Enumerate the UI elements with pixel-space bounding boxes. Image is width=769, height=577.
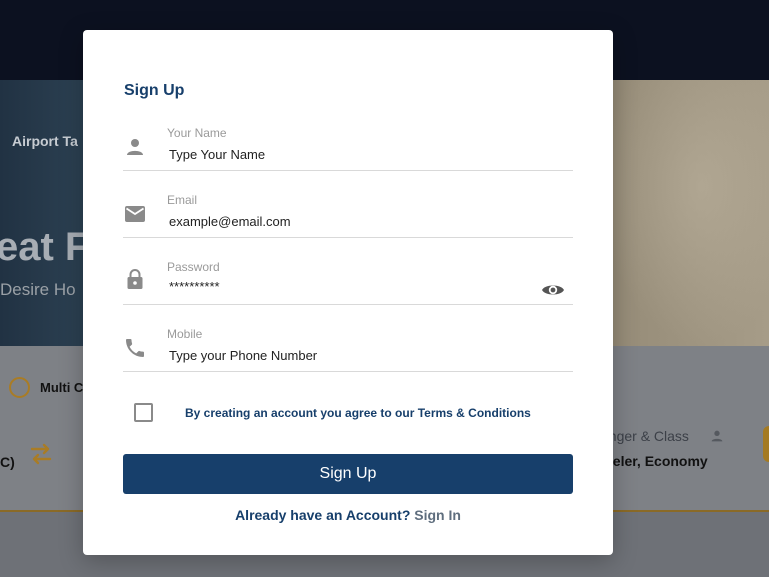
lock-icon [127,269,143,289]
search-button-edge[interactable] [763,426,769,462]
terms-checkbox[interactable] [134,403,153,422]
origin-field-value[interactable]: C) [0,454,15,470]
person-icon [711,430,723,442]
mobile-field: Mobile [123,305,573,372]
passenger-class-value[interactable]: veler, Economy [605,453,708,469]
modal-title: Sign Up [124,82,185,99]
swap-icon[interactable] [29,440,53,468]
password-label: Password [167,260,220,274]
trip-option-multi-city[interactable]: Multi C [40,380,83,395]
hero-subheadline: Desire Ho [0,280,76,299]
mail-icon [125,206,145,222]
eye-icon[interactable] [541,278,565,302]
name-input[interactable] [167,144,547,164]
hero-headline: eat F [0,225,90,269]
terms-text: By creating an account you agree to our … [185,406,531,420]
signin-link[interactable]: Sign In [414,507,461,523]
terms-prefix: By creating an account you agree to our [185,406,418,420]
name-label: Your Name [167,126,227,140]
mobile-label: Mobile [167,327,203,341]
email-label: Email [167,193,198,207]
signup-button[interactable]: Sign Up [123,454,573,494]
phone-icon [126,339,144,357]
mobile-input[interactable] [167,345,547,365]
passenger-class-label: enger & Class [601,428,689,444]
password-field: Password [123,238,573,305]
signin-row: Already have an Account? Sign In [83,507,613,523]
terms-link[interactable]: Terms & Conditions [418,406,531,420]
name-field: Your Name [123,104,573,171]
email-input[interactable] [167,211,547,231]
person-icon [127,139,143,155]
signin-prompt: Already have an Account? [235,507,411,523]
signup-modal: Sign Up Your Name Email Password [83,30,613,555]
password-input[interactable] [167,276,547,296]
email-field: Email [123,171,573,238]
hero-image [600,80,769,346]
nav-item-airport-taxi[interactable]: Airport Ta [12,133,78,149]
multi-city-radio[interactable] [9,377,30,398]
